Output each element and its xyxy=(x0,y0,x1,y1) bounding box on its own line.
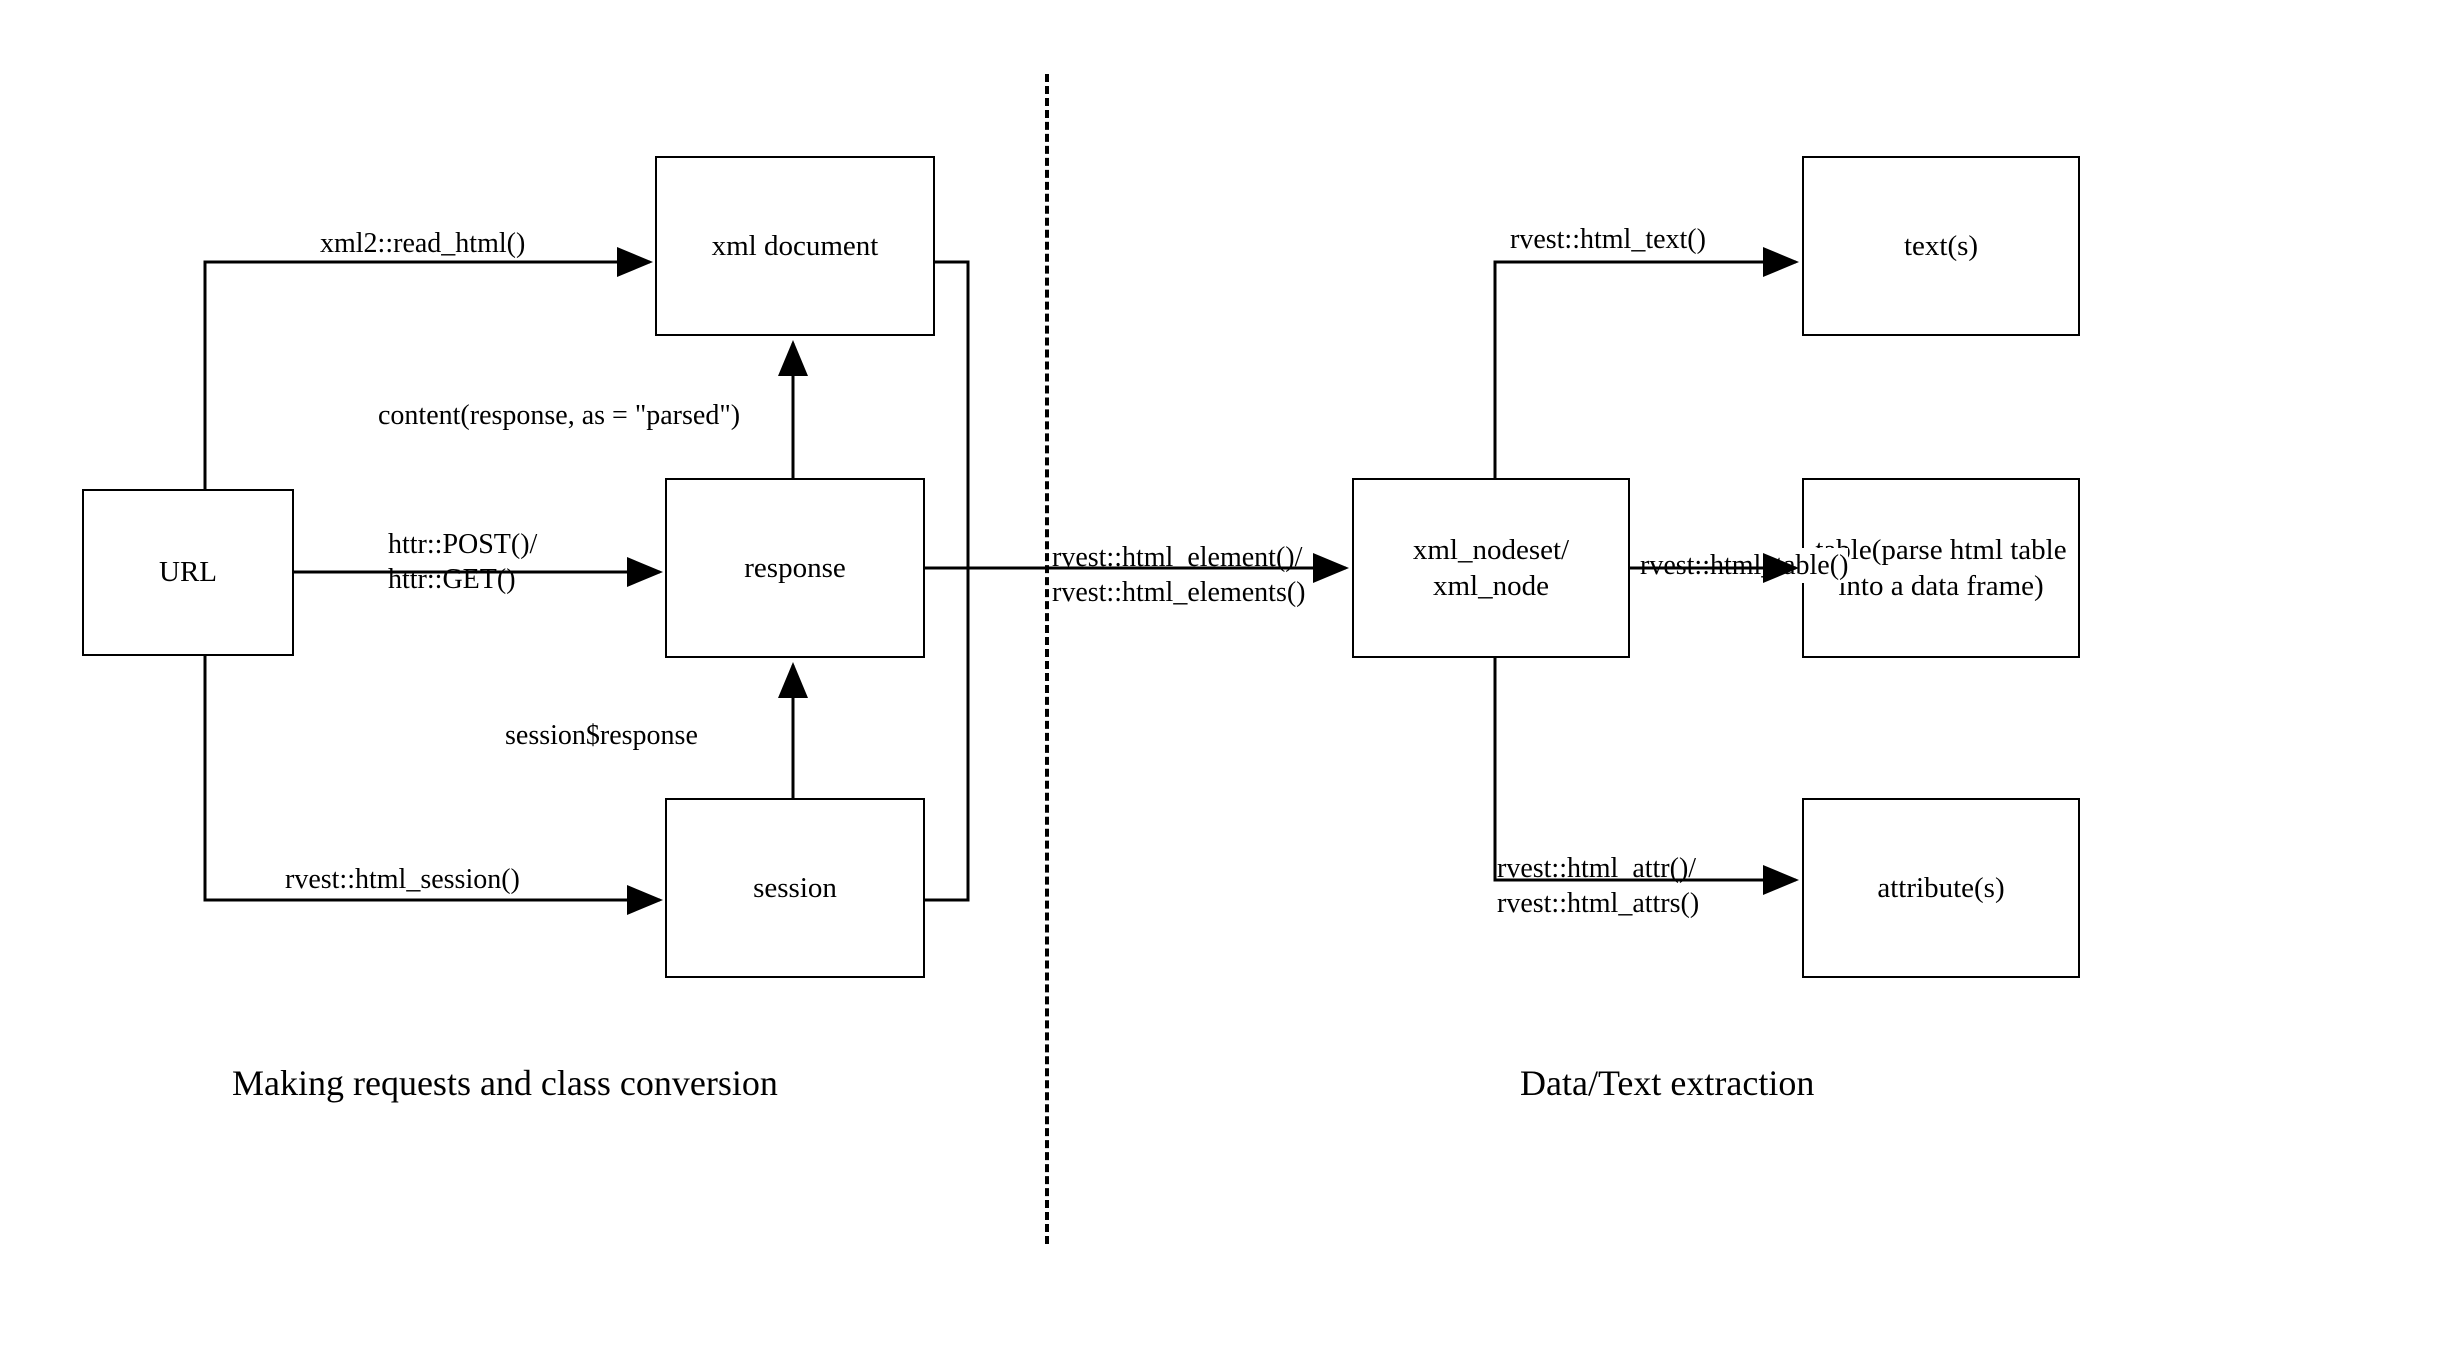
edge-text: rvest::html_text() xyxy=(1510,224,1706,255)
edge-text: xml2::read_html() xyxy=(320,228,525,259)
edge-url-to-xmldoc xyxy=(205,262,650,489)
node-attribute: attribute(s) xyxy=(1802,798,2080,978)
edge-label-read-html: xml2::read_html() xyxy=(320,226,525,261)
edge-label-html-session: rvest::html_session() xyxy=(285,862,520,897)
edge-text: rvest::html_session() xyxy=(285,864,520,895)
node-session: session xyxy=(665,798,925,978)
node-label: URL xyxy=(159,554,217,590)
section-text: Making requests and class conversion xyxy=(232,1063,778,1103)
node-label: response xyxy=(744,550,845,586)
node-text: text(s) xyxy=(1802,156,2080,336)
edge-label-httr: httr::POST()/ httr::GET() xyxy=(388,492,537,597)
node-label: session xyxy=(753,870,837,906)
edge-label-content-parsed: content(response, as = "parsed") xyxy=(378,398,740,433)
edge-session-merge xyxy=(925,568,968,900)
section-divider xyxy=(1045,74,1049,1244)
section-label-left: Making requests and class conversion xyxy=(232,1062,778,1104)
edge-text: content(response, as = "parsed") xyxy=(378,400,740,431)
edge-text: httr::POST()/ httr::GET() xyxy=(388,529,537,595)
node-label: table(parse html table into a data frame… xyxy=(1810,532,2072,605)
node-label: text(s) xyxy=(1904,228,1978,264)
edge-text: rvest::html_attr()/ rvest::html_attrs() xyxy=(1497,853,1699,919)
node-label: attribute(s) xyxy=(1877,870,2004,906)
edge-text: session$response xyxy=(505,720,698,751)
section-label-right: Data/Text extraction xyxy=(1520,1062,1814,1104)
edge-label-html-table: rvest::html_table() xyxy=(1640,548,1848,583)
edge-label-html-text: rvest::html_text() xyxy=(1510,222,1706,257)
node-label: xml_nodeset/ xml_node xyxy=(1413,532,1569,605)
edge-label-html-element: rvest::html_element()/ rvest::html_eleme… xyxy=(1052,505,1306,610)
node-url: URL xyxy=(82,489,294,656)
node-label: xml document xyxy=(712,228,879,264)
edge-nodeset-to-text xyxy=(1495,262,1796,478)
edge-label-session-response: session$response xyxy=(505,718,698,753)
edge-label-html-attr: rvest::html_attr()/ rvest::html_attrs() xyxy=(1497,816,1699,921)
flowchart-diagram: URL xml document response session xml_no… xyxy=(0,0,2438,1369)
node-xml-document: xml document xyxy=(655,156,935,336)
node-response: response xyxy=(665,478,925,658)
edge-xmldoc-merge xyxy=(935,262,968,568)
edge-text: rvest::html_element()/ rvest::html_eleme… xyxy=(1052,542,1306,608)
edge-text: rvest::html_table() xyxy=(1640,550,1848,581)
section-text: Data/Text extraction xyxy=(1520,1063,1814,1103)
node-xml-nodeset: xml_nodeset/ xml_node xyxy=(1352,478,1630,658)
